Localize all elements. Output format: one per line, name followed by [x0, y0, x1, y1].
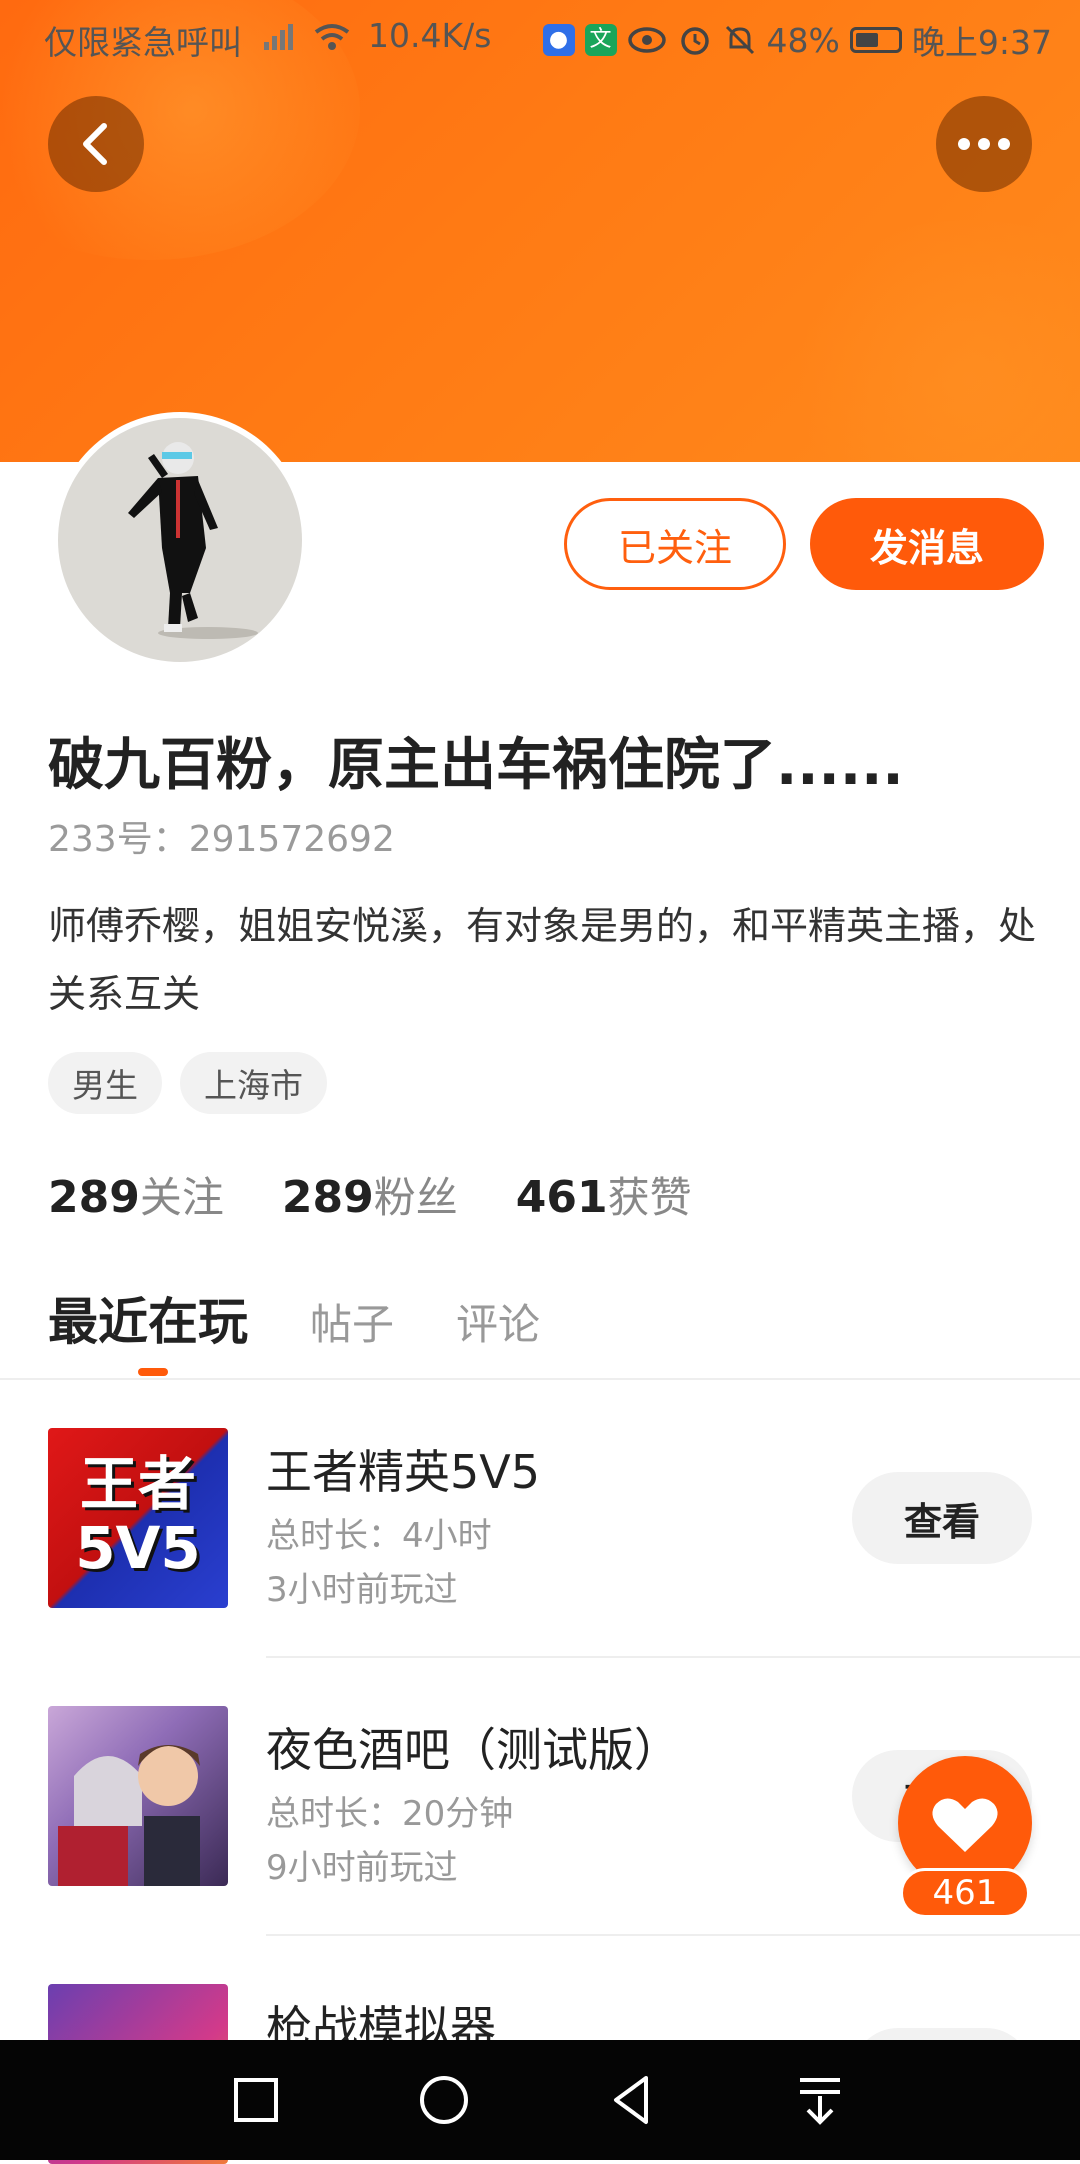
- avatar-image: [58, 418, 302, 662]
- location-tag: 上海市: [180, 1052, 327, 1114]
- system-navigation-bar: [0, 2040, 1080, 2160]
- game-thumbnail-art: [58, 1745, 200, 1886]
- thumb-text-line: 王者: [79, 1450, 196, 1518]
- mute-icon: [725, 25, 754, 55]
- game-name[interactable]: 王者精英5V5: [266, 1436, 540, 1502]
- bulb-icon: ●: [542, 24, 575, 56]
- tab-comments[interactable]: 评论: [456, 1291, 540, 1352]
- home-icon[interactable]: [404, 2060, 484, 2140]
- row-divider: [266, 1656, 1080, 1658]
- profile-tabs: 最近在玩 帖子 评论: [48, 1282, 540, 1354]
- notification-pull-icon[interactable]: [780, 2060, 860, 2140]
- network-speed: 10.4K/s: [368, 16, 492, 55]
- avatar-character-figure: [128, 442, 258, 639]
- profile-bio: 师傅乔樱，姐姐安悦溪，有对象是男的，和平精英主播，处关系互关: [48, 904, 1037, 1016]
- row-divider: [266, 1934, 1080, 1936]
- user-id: 233号：291572692: [48, 819, 395, 860]
- followers-label: 粉丝: [373, 1173, 458, 1222]
- profile-nickname: 破九百粉，原主出车祸住院了......: [48, 733, 904, 798]
- like-count-badge: 461: [900, 1868, 1030, 1918]
- profile-stats: 289关注 289粉丝 461获赞: [48, 1164, 692, 1225]
- translate-icon: 文: [584, 24, 617, 56]
- signal-icon: [264, 24, 293, 50]
- chevron-left-icon: [83, 123, 107, 165]
- game-thumbnail-wzjy[interactable]: 王者 5V5: [48, 1428, 228, 1608]
- thumb-text-line: 5V5: [75, 1514, 201, 1582]
- tab-posts[interactable]: 帖子: [310, 1291, 394, 1352]
- tab-recently-played[interactable]: 最近在玩: [48, 1282, 248, 1354]
- following-label: 关注: [139, 1173, 224, 1222]
- send-message-button[interactable]: 发消息: [810, 498, 1044, 590]
- more-options-button[interactable]: [936, 96, 1032, 192]
- gender-tag: 男生: [48, 1052, 162, 1114]
- game-thumbnail-nightbar[interactable]: [48, 1706, 228, 1886]
- wifi-icon: [314, 24, 350, 50]
- recent-apps-icon[interactable]: [216, 2060, 296, 2140]
- followers-stat[interactable]: 289粉丝: [282, 1164, 458, 1225]
- game-duration: 总时长：4小时: [266, 1516, 492, 1556]
- view-button[interactable]: 查看: [852, 1472, 1032, 1564]
- active-tab-indicator: [138, 1368, 168, 1376]
- battery-percent: 48%: [766, 20, 840, 60]
- tabs-divider: [0, 1378, 1080, 1380]
- likes-count: 461: [515, 1172, 608, 1223]
- game-duration: 总时长：20分钟: [266, 1794, 514, 1834]
- game-last-played: 3小时前玩过: [266, 1570, 458, 1610]
- alarm-icon: [680, 27, 709, 55]
- status-bar: 仅限紧急呼叫 10.4K/s ● 文 48% 晚上9:37: [0, 0, 1080, 74]
- likes-label: 获赞: [607, 1173, 692, 1222]
- back-button[interactable]: [48, 96, 144, 192]
- following-stat[interactable]: 289关注: [48, 1164, 224, 1225]
- status-icons: ● 文 48% 晚上9:37: [542, 16, 1052, 64]
- carrier-text: 仅限紧急呼叫: [44, 23, 242, 62]
- following-count: 289: [48, 1172, 140, 1223]
- banner-decoration: [760, 220, 1080, 462]
- back-nav-icon[interactable]: [592, 2060, 672, 2140]
- avatar[interactable]: [52, 412, 308, 668]
- game-thumbnail-title: 王者 5V5: [48, 1452, 228, 1580]
- game-name[interactable]: 夜色酒吧（测试版）: [266, 1714, 680, 1780]
- battery-icon: [849, 27, 902, 53]
- followers-count: 289: [281, 1172, 374, 1223]
- likes-stat[interactable]: 461获赞: [516, 1164, 692, 1225]
- game-last-played: 9小时前玩过: [266, 1848, 458, 1888]
- clock-time: 晚上9:37: [911, 23, 1052, 62]
- more-dots-icon: [958, 138, 1010, 150]
- eye-icon: [627, 27, 666, 53]
- followed-button[interactable]: 已关注: [564, 498, 786, 590]
